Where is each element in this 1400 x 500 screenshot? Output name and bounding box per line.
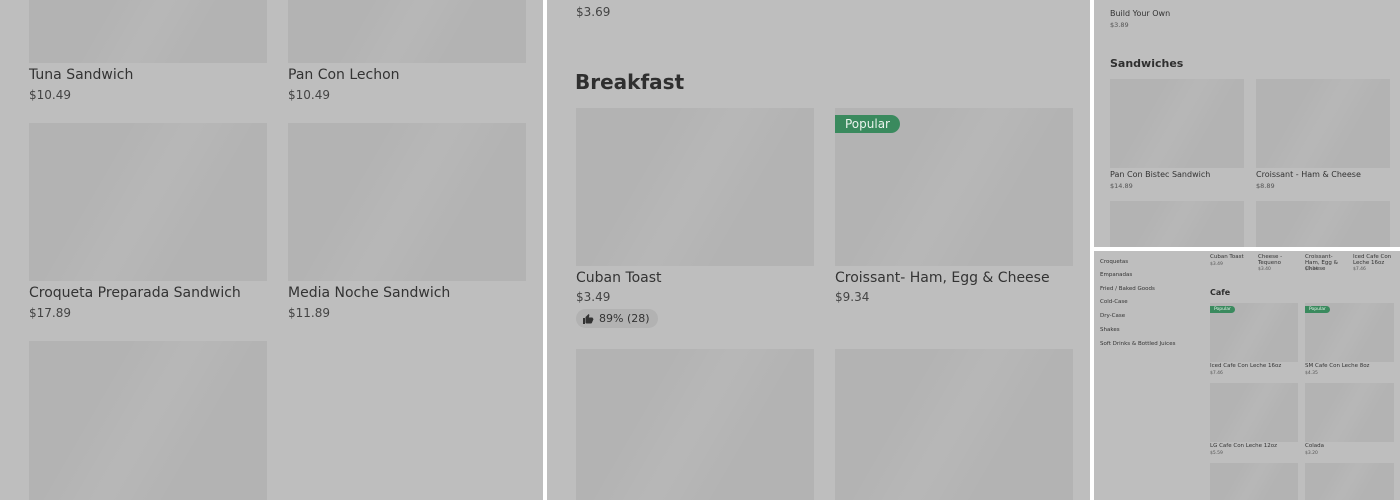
section-title-breakfast: Breakfast: [575, 70, 685, 94]
item-image[interactable]: [835, 349, 1073, 500]
section-title-sandwiches: Sandwiches: [1110, 57, 1184, 70]
item-image-croissant-ham-cheese[interactable]: [1256, 79, 1390, 168]
item-image[interactable]: [1110, 201, 1244, 247]
category-nav-item[interactable]: Soft Drinks & Bottled Juices: [1100, 341, 1175, 347]
item-name[interactable]: Pan Con Lechon: [288, 67, 400, 83]
item-price: $8.89: [1256, 182, 1275, 190]
item-name[interactable]: Croissant - Ham & Cheese: [1256, 170, 1361, 179]
thumbs-up-icon: [583, 313, 594, 324]
item-price: $3.49: [576, 290, 611, 304]
popular-badge: Popular: [1305, 306, 1330, 313]
item-name[interactable]: Colada: [1305, 443, 1324, 449]
category-nav-item[interactable]: Dry-Case: [1100, 313, 1125, 319]
item-price: $9.34: [1305, 267, 1318, 272]
item-name[interactable]: Pan Con Bistec Sandwich: [1110, 170, 1210, 179]
item-name[interactable]: LG Cafe Con Leche 12oz: [1210, 443, 1277, 449]
item-name[interactable]: Iced Cafe Con Leche 16oz: [1353, 254, 1395, 266]
item-image-colada[interactable]: [1305, 383, 1394, 442]
item-price: $3.20: [1305, 451, 1318, 456]
item-image-tuna-sandwich[interactable]: [29, 0, 267, 63]
item-image[interactable]: [1256, 201, 1390, 247]
item-price: $9.34: [835, 290, 870, 304]
item-price: $4.35: [1305, 371, 1318, 376]
item-image-pan-con-bistec[interactable]: [1110, 79, 1244, 168]
item-price: $14.89: [1110, 182, 1133, 190]
category-nav-item[interactable]: Shakes: [1100, 327, 1120, 333]
rating-pill: 89% (28): [576, 309, 658, 328]
menu-panel-center: $3.69 Breakfast Popular Cuban Toast $3.4…: [547, 0, 1090, 500]
item-name[interactable]: Iced Cafe Con Leche 16oz: [1210, 363, 1281, 369]
item-image[interactable]: [576, 349, 814, 500]
item-price: $11.89: [288, 306, 330, 320]
item-image[interactable]: [29, 341, 267, 500]
item-price: $3.40: [1258, 267, 1271, 272]
section-title-cafe: Cafe: [1210, 288, 1231, 297]
item-price: $10.49: [288, 88, 330, 102]
menu-panel-left: Tuna Sandwich $10.49 Pan Con Lechon $10.…: [0, 0, 543, 500]
item-price: $3.49: [1210, 262, 1223, 267]
item-name[interactable]: Croissant- Ham, Egg & Cheese: [835, 270, 1050, 286]
item-price: $3.89: [1110, 21, 1129, 29]
item-image-pan-con-lechon[interactable]: [288, 0, 526, 63]
menu-panel-top-right: Build Your Own $3.89 Sandwiches Pan Con …: [1094, 0, 1400, 247]
item-name[interactable]: Cuban Toast: [576, 270, 662, 286]
popular-badge: Popular: [835, 115, 900, 133]
category-nav-item[interactable]: Fried / Baked Goods: [1100, 286, 1155, 292]
item-price: $7.46: [1353, 267, 1366, 272]
category-nav-item[interactable]: Cold-Case: [1100, 299, 1128, 305]
item-image-lg-cafe-con-leche[interactable]: [1210, 383, 1298, 442]
category-nav-item[interactable]: Empanadas: [1100, 272, 1132, 278]
item-price: $3.69: [576, 5, 611, 19]
item-image-croqueta-preparada[interactable]: [29, 123, 267, 281]
item-name[interactable]: Cheese - Tequeno: [1258, 254, 1300, 266]
item-name[interactable]: Cuban Toast: [1210, 254, 1244, 260]
item-image-cuban-toast[interactable]: [576, 108, 814, 266]
item-price: $5.59: [1210, 451, 1223, 456]
item-name[interactable]: SM Cafe Con Leche 8oz: [1305, 363, 1369, 369]
item-image[interactable]: [1305, 463, 1394, 500]
item-name[interactable]: Croqueta Preparada Sandwich: [29, 285, 241, 301]
category-nav-item[interactable]: Croquetas: [1100, 259, 1128, 265]
item-name[interactable]: Tuna Sandwich: [29, 67, 133, 83]
item-image[interactable]: [1210, 463, 1298, 500]
item-price: $7.46: [1210, 371, 1223, 376]
item-name[interactable]: Media Noche Sandwich: [288, 285, 450, 301]
popular-badge: Popular: [1210, 306, 1235, 313]
item-price: $10.49: [29, 88, 71, 102]
item-price: $17.89: [29, 306, 71, 320]
item-name[interactable]: Build Your Own: [1110, 9, 1170, 18]
menu-panel-bottom-right: Croquetas Empanadas Fried / Baked Goods …: [1094, 251, 1400, 500]
item-image-media-noche[interactable]: [288, 123, 526, 281]
rating-text: 89% (28): [599, 312, 650, 325]
